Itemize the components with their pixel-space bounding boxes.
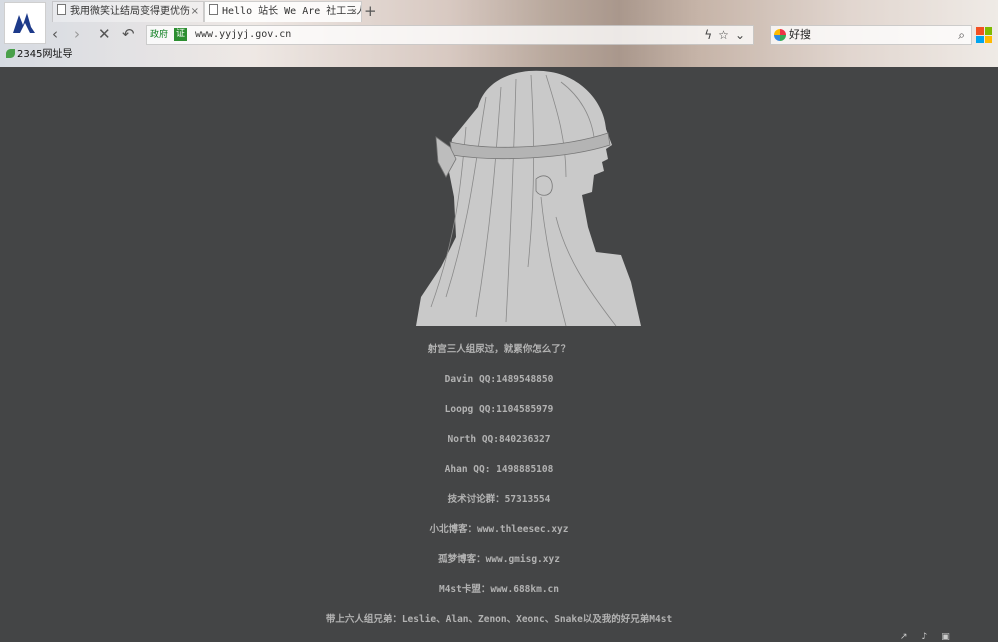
tab-active[interactable]: Hello 站长 We Are 社工三人 × [204,1,362,22]
text-line: M4st卡盟：www.688km.cn [438,584,559,595]
text-line: 射宫三人组尿过，就累你怎么了？ [427,344,571,355]
bookmark-item[interactable]: 2345网址导 [6,48,72,62]
search-box[interactable]: 好搜 ⌕ [770,25,972,45]
text-line: Ahan QQ: 1498885108 [444,464,554,475]
lightning-icon[interactable]: ϟ [704,28,718,42]
back-icon[interactable]: ‹ [52,24,58,44]
message-lines: 射宫三人组尿过，就累你怎么了？ Davin QQ:1489548850 Loop… [0,335,998,635]
text-line: North QQ:840236327 [447,434,551,445]
star-icon[interactable]: ☆ [718,28,735,42]
text-line: 小北博客：www.thleesec.xyz [429,524,569,535]
text-line: Loopg QQ:1104585979 [444,404,554,415]
bookmark-icon [6,49,15,58]
chevron-down-icon[interactable]: ⌄ [735,28,751,42]
url-text[interactable]: www.yyjyj.gov.cn [195,26,291,44]
refresh-icon[interactable]: ↶ [122,24,135,44]
page-icon [57,4,66,15]
bookmark-label: 2345网址导 [17,49,73,60]
search-engine-icon [774,29,786,41]
status-bar-icons: ↗♪▣ [900,632,964,642]
forward-icon[interactable]: › [74,24,80,44]
text-line: 技术讨论群：57313554 [447,494,551,505]
close-tab-icon[interactable]: × [191,2,199,22]
text-line: 孤梦博客：www.gmisg.xyz [438,554,560,565]
tab-label: 我用微笑让结局变得更优伤 [70,6,190,17]
close-tab-icon[interactable]: × [351,2,357,22]
search-engine-label: 好搜 [789,28,811,41]
search-icon[interactable]: ⌕ [958,26,965,44]
share-icon[interactable]: ↗ [900,632,922,642]
girl-illustration [416,70,641,326]
windows-icon[interactable] [976,27,992,43]
tab-inactive[interactable]: 我用微笑让结局变得更优伤 × [52,1,204,22]
page-icon [209,4,218,15]
page-content: 射宫三人组尿过，就累你怎么了？ Davin QQ:1489548850 Loop… [0,67,998,640]
address-bar[interactable]: 政府 证 www.yyjyj.gov.cn ϟ☆⌄ [146,25,754,45]
text-line: 带上六人组兄弟：Leslie、Alan、Zenon、Xeonc、Snake以及我… [325,614,673,625]
browser-logo[interactable] [4,2,46,44]
stop-icon[interactable]: ✕ [98,24,111,44]
new-tab-button[interactable]: + [364,0,377,22]
text-line: Davin QQ:1489548850 [444,374,554,385]
trash-icon[interactable]: ▣ [941,632,964,642]
logo-icon [13,13,35,33]
gov-label: 政府 [150,30,169,40]
tab-label: Hello 站长 We Are 社工三人 [222,6,362,17]
speaker-icon[interactable]: ♪ [922,632,942,642]
gov-badge: 证 [174,28,187,41]
